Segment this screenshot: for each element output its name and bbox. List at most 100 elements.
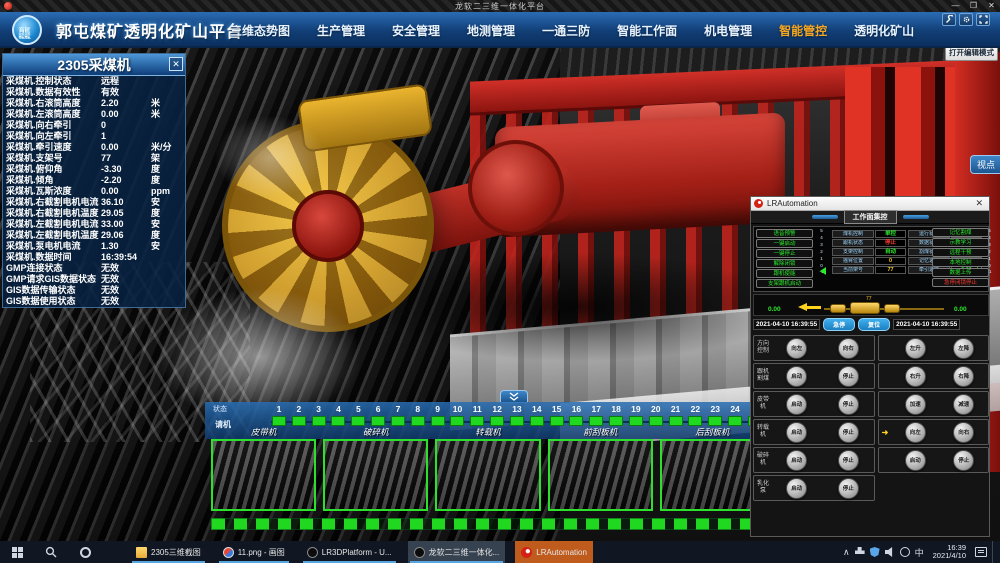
support-cell[interactable]: 9 [430,404,446,426]
function-button[interactable]: 记忆割煤 [932,228,989,237]
support-cell[interactable]: 10 [449,404,465,426]
camera-feed[interactable] [548,439,653,511]
network-icon[interactable] [900,547,910,557]
support-cell[interactable]: 23 [707,404,723,426]
group-button[interactable]: 左降 [953,338,974,359]
group-button[interactable]: 启动 [905,450,926,471]
group-button[interactable]: 停止 [838,422,859,443]
camera-thumbnail[interactable]: 前刮板机 [548,426,653,511]
group-button[interactable]: 减速 [953,394,974,415]
group-button[interactable]: 左升 [905,338,926,359]
nav-item[interactable]: 智能管控 [779,22,827,39]
support-cell[interactable]: 11 [469,404,485,426]
cortana-icon[interactable] [68,541,102,563]
function-button[interactable]: 示教学习 [932,238,989,247]
nav-item[interactable]: 地测管理 [467,22,515,39]
security-shield-icon[interactable] [870,547,880,557]
function-button[interactable]: 数据上传 [932,268,989,277]
maximize-button[interactable]: ❐ [965,0,982,12]
nav-item[interactable]: 智能工作面 [617,22,677,39]
taskbar-task[interactable]: LRAutomation [515,541,593,563]
notification-center-icon[interactable] [975,547,987,557]
support-cell[interactable]: 8 [410,404,426,426]
support-cell[interactable]: 19 [628,404,644,426]
reset-button[interactable]: 复位 [858,318,890,331]
support-cell[interactable]: 5 [350,404,366,426]
gear-icon[interactable] [959,13,973,26]
function-button[interactable]: 急停闭锁停止 [932,278,989,287]
support-cell[interactable]: 20 [648,404,664,426]
nav-item[interactable]: 一通三防 [542,22,590,39]
function-button[interactable]: 支架跟机启动 [756,279,813,288]
support-cell[interactable]: 6 [370,404,386,426]
support-cell[interactable]: 4 [330,404,346,426]
camera-feed[interactable] [435,439,540,511]
taskbar-task[interactable]: 2305三维截图 [130,541,207,563]
support-cell[interactable]: 13 [509,404,525,426]
fullscreen-icon[interactable] [976,13,990,26]
function-button[interactable]: 远程干预 [932,248,989,257]
function-button[interactable]: 跟机使能 [756,269,813,278]
support-cell[interactable]: 21 [668,404,684,426]
group-button[interactable]: 停止 [838,478,859,499]
nav-item[interactable]: 生产管理 [317,22,365,39]
taskbar-task[interactable]: 11.png - 画图 [217,541,291,563]
group-button[interactable]: 停止 [838,450,859,471]
close-button[interactable]: ✕ [983,0,1000,12]
nav-item[interactable]: 透明化矿山 [854,22,914,39]
lra-titlebar[interactable]: LRAutomation ✕ [751,197,989,211]
group-button[interactable]: 向右 [838,338,859,359]
group-button[interactable]: 停止 [953,450,974,471]
support-cell[interactable]: 3 [311,404,327,426]
group-button[interactable]: 启动 [786,366,807,387]
group-button[interactable]: 启动 [786,450,807,471]
function-button[interactable]: 一键停止 [756,249,813,258]
camera-thumbnail[interactable]: 转载机 [435,426,540,511]
workface-control-tab[interactable]: 工作面集控 [844,210,897,224]
group-button[interactable]: 停止 [838,394,859,415]
function-button[interactable]: 语音预警 [756,229,813,238]
support-cell[interactable]: 7 [390,404,406,426]
group-button[interactable]: 向右 [953,422,974,443]
show-desktop-button[interactable] [992,541,996,563]
support-cell[interactable]: 12 [489,404,505,426]
taskbar-task[interactable]: LR3DPlatform - U... [301,541,398,563]
group-button[interactable]: 加速 [905,394,926,415]
start-button[interactable] [0,541,34,563]
wrench-icon[interactable] [942,13,956,26]
support-cell[interactable]: 24 [727,404,743,426]
estop-button[interactable]: 急停 [823,318,855,331]
usb-icon[interactable] [855,547,865,557]
clock[interactable]: 16:39 2021/4/10 [929,544,970,560]
support-cell[interactable]: 17 [588,404,604,426]
support-cell[interactable]: 1 [271,404,287,426]
group-button[interactable]: 启动 [786,394,807,415]
ime-indicator[interactable]: 中 [915,546,924,559]
support-cell[interactable]: 15 [549,404,565,426]
function-button[interactable]: 解除闭锁 [756,259,813,268]
camera-thumbnail[interactable]: 皮带机 [211,426,316,511]
group-button[interactable]: 向左 [786,338,807,359]
camera-feed[interactable] [323,439,428,511]
support-cell[interactable]: 22 [687,404,703,426]
nav-item[interactable]: 安全管理 [392,22,440,39]
camera-feed[interactable] [211,439,316,511]
group-button[interactable]: 启动 [786,478,807,499]
group-button[interactable]: 停止 [838,366,859,387]
function-button[interactable]: 本地控制 [932,258,989,267]
group-button[interactable]: 启动 [786,422,807,443]
group-button[interactable]: 右升 [905,366,926,387]
group-button[interactable]: 右降 [953,366,974,387]
viewpoint-tab[interactable]: 视点 [970,155,1000,174]
panel-close-icon[interactable]: ✕ [169,57,183,71]
group-button[interactable]: 向左 [905,422,926,443]
support-cell[interactable]: 2 [291,404,307,426]
lra-close-icon[interactable]: ✕ [972,198,986,209]
support-cell[interactable]: 18 [608,404,624,426]
speaker-icon[interactable] [885,547,895,557]
camera-thumbnail[interactable]: 破碎机 [323,426,428,511]
nav-item[interactable]: 三维态势图 [230,22,290,39]
minimize-button[interactable]: — [947,0,964,12]
support-cell[interactable]: 16 [568,404,584,426]
taskbar-task[interactable]: 龙软二三维一体化... [408,541,506,563]
